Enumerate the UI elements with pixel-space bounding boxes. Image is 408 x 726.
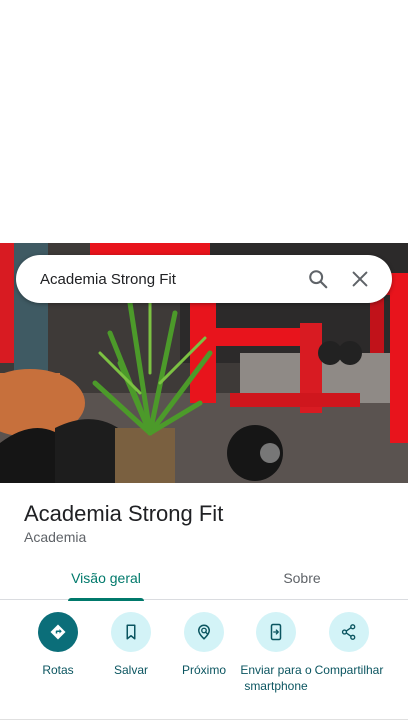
directions-icon xyxy=(50,624,66,640)
save-button-circle[interactable] xyxy=(111,612,151,652)
directions-button-circle[interactable] xyxy=(38,612,78,652)
tab-bar: Visão geral Sobre xyxy=(0,556,408,601)
place-title: Academia Strong Fit xyxy=(24,501,224,526)
tab-overview-label: Visão geral xyxy=(71,570,141,586)
save-button[interactable]: Salvar xyxy=(94,612,168,678)
send-to-phone-button-circle[interactable] xyxy=(256,612,296,652)
action-bar: Rotas Salvar Próximo Enviar para o smart… xyxy=(0,612,408,712)
share-icon xyxy=(341,624,356,640)
nearby-button-circle[interactable] xyxy=(184,612,224,652)
close-icon xyxy=(352,271,368,287)
tab-about-label: Sobre xyxy=(283,570,321,586)
search-button[interactable] xyxy=(300,261,336,297)
search-query[interactable]: Academia Strong Fit xyxy=(40,271,294,288)
nearby-label: Próximo xyxy=(181,663,226,677)
nearby-icon xyxy=(197,624,211,640)
save-label: Salvar xyxy=(113,663,148,677)
directions-button[interactable]: Rotas xyxy=(21,612,95,678)
send-to-phone-label: Enviar para o smartphone xyxy=(240,663,312,693)
close-button[interactable] xyxy=(342,261,378,297)
share-button-circle[interactable] xyxy=(329,612,369,652)
active-tab-indicator xyxy=(68,598,144,601)
share-label: Compartilhar xyxy=(314,663,384,677)
search-icon xyxy=(309,270,328,289)
place-category: Academia xyxy=(24,529,87,545)
nearby-button[interactable]: Próximo xyxy=(167,612,241,678)
bookmark-icon xyxy=(126,624,136,640)
divider xyxy=(0,719,408,720)
share-button[interactable]: Compartilhar xyxy=(312,612,386,678)
directions-label: Rotas xyxy=(42,663,74,677)
search-bar[interactable]: Academia Strong Fit xyxy=(16,255,392,303)
tab-overview[interactable]: Visão geral xyxy=(34,556,178,601)
send-to-phone-icon xyxy=(270,623,282,641)
tab-about[interactable]: Sobre xyxy=(230,556,374,600)
send-to-phone-button[interactable]: Enviar para o smartphone xyxy=(239,612,313,694)
